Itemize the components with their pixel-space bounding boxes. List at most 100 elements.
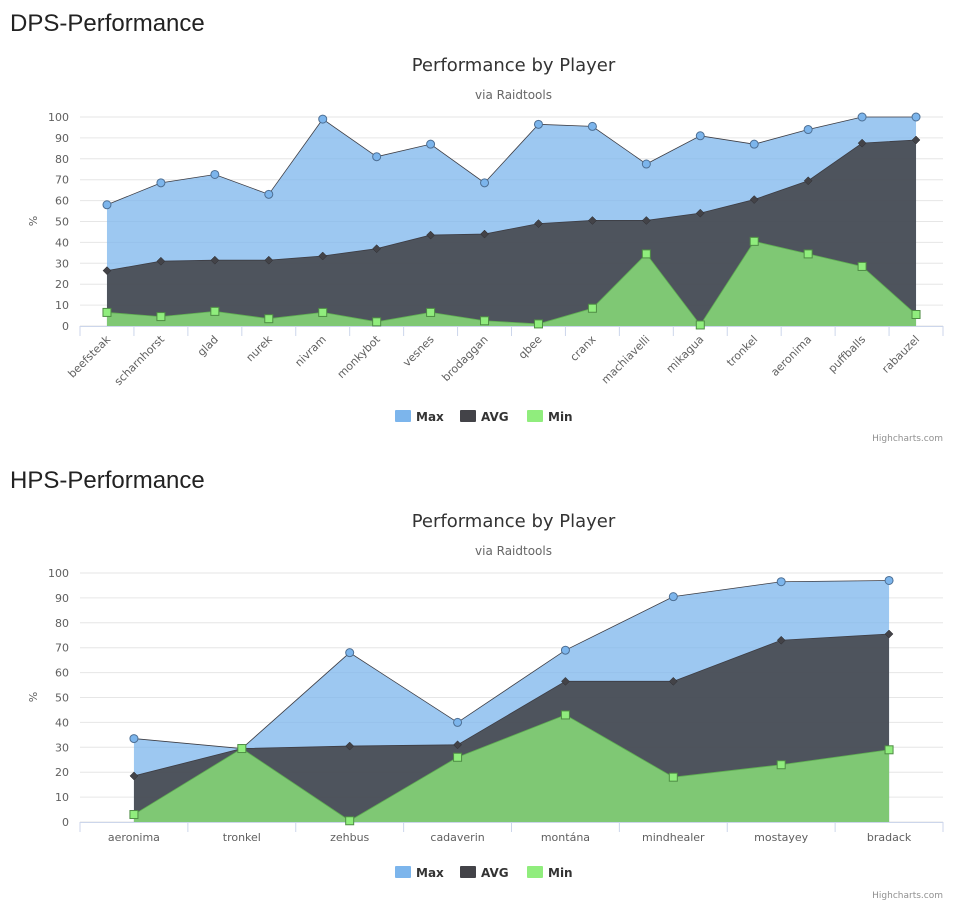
y-tick-label: 80	[55, 617, 69, 630]
min-point	[587, 303, 597, 313]
x-tick-label: scharnhorst	[112, 332, 168, 388]
max-point	[776, 577, 786, 587]
max-point	[695, 131, 705, 141]
x-tick-label: cadaverin	[430, 831, 484, 844]
x-tick-label: aeronima	[768, 333, 814, 379]
min-point	[372, 317, 382, 327]
max-point	[156, 178, 166, 188]
dps-section: DPS-Performance Performance by Player via…	[0, 0, 961, 455]
min-point	[695, 320, 705, 330]
max-point	[884, 575, 894, 585]
y-axis-title: %	[27, 216, 40, 226]
legend-label: AVG	[481, 410, 509, 424]
legend-label: Min	[548, 410, 573, 424]
credits-link[interactable]: Highcharts.com	[872, 891, 943, 901]
y-tick-label: 0	[62, 320, 69, 333]
x-tick-label: rabauzel	[879, 333, 922, 376]
dps-performance-chart: Performance by Player via Raidtools 0 10 20 3…	[27, 55, 944, 444]
y-tick-label: 0	[62, 816, 69, 829]
max-point	[426, 139, 436, 149]
x-tick-label: beefsteak	[65, 332, 113, 380]
max-point	[102, 200, 112, 210]
min-point	[641, 249, 651, 259]
min-point	[749, 236, 759, 246]
x-tick-label: mikagua	[664, 333, 707, 376]
min-point	[857, 261, 867, 271]
legend-swatch	[460, 410, 476, 422]
legend-label: AVG	[481, 866, 509, 880]
max-point	[803, 125, 813, 135]
y-tick-label: 40	[55, 236, 69, 249]
max-point	[587, 121, 597, 131]
x-tick-label: vesnes	[400, 333, 437, 370]
y-tick-label: 100	[48, 567, 69, 580]
max-point	[318, 114, 328, 124]
min-point	[345, 816, 355, 826]
max-point	[129, 734, 139, 744]
y-tick-label: 90	[55, 592, 69, 605]
max-point	[372, 152, 382, 162]
max-point	[210, 169, 220, 179]
min-point	[210, 306, 220, 316]
y-axis-title: %	[27, 692, 40, 702]
chart-subtitle: via Raidtools	[475, 88, 552, 102]
y-tick-label: 70	[55, 642, 69, 655]
min-point	[776, 760, 786, 770]
max-point	[668, 592, 678, 602]
min-point	[102, 307, 112, 317]
min-point	[318, 307, 328, 317]
x-tick-label: montána	[541, 831, 590, 844]
min-point	[129, 810, 139, 820]
legend-item-min[interactable]: Min	[527, 410, 573, 424]
max-point	[560, 645, 570, 655]
y-tick-label: 20	[55, 766, 69, 779]
y-tick-label: 100	[48, 111, 69, 124]
min-point	[884, 745, 894, 755]
min-point	[156, 312, 166, 322]
y-tick-label: 30	[55, 741, 69, 754]
legend-swatch	[395, 866, 411, 878]
min-point	[560, 710, 570, 720]
min-point	[426, 307, 436, 317]
x-tick-label: tronkel	[223, 831, 261, 844]
x-tick-label: tronkel	[724, 333, 760, 369]
x-tick-label: glad	[195, 333, 221, 359]
legend-label: Max	[416, 410, 444, 424]
x-tick-label: qbee	[516, 333, 545, 362]
legend-swatch	[527, 410, 543, 422]
y-tick-label: 30	[55, 257, 69, 270]
y-tick-label: 10	[55, 791, 69, 804]
x-tick-label: zehbus	[330, 831, 369, 844]
max-point	[453, 717, 463, 727]
legend-swatch	[527, 866, 543, 878]
max-point	[264, 189, 274, 199]
y-tick-label: 90	[55, 132, 69, 145]
hps-section: HPS-Performance Performance by Player via…	[0, 455, 961, 911]
y-tick-label: 50	[55, 216, 69, 229]
x-tick-label: mostayey	[754, 831, 809, 844]
legend-item-min[interactable]: Min	[527, 866, 573, 880]
y-tick-label: 10	[55, 299, 69, 312]
chart-subtitle: via Raidtools	[475, 544, 552, 558]
credits-link[interactable]: Highcharts.com	[872, 434, 943, 444]
y-tick-label: 60	[55, 195, 69, 208]
legend-label: Max	[416, 866, 444, 880]
max-point	[641, 159, 651, 169]
min-point	[480, 316, 490, 326]
y-tick-label: 50	[55, 692, 69, 705]
x-tick-label: brodaggan	[439, 333, 490, 384]
min-point	[533, 319, 543, 329]
legend-item-max[interactable]: Max	[395, 866, 444, 880]
legend-item-max[interactable]: Max	[395, 410, 444, 424]
max-point	[911, 112, 921, 122]
min-point	[911, 310, 921, 320]
legend-label: Min	[548, 866, 573, 880]
max-point	[480, 178, 490, 188]
x-tick-label: mindhealer	[642, 831, 705, 844]
x-tick-label: puffballs	[826, 333, 869, 376]
legend-item-avg[interactable]: AVG	[460, 866, 509, 880]
x-tick-label: bradack	[867, 831, 912, 844]
legend-item-avg[interactable]: AVG	[460, 410, 509, 424]
min-point	[803, 249, 813, 259]
min-point	[668, 772, 678, 782]
